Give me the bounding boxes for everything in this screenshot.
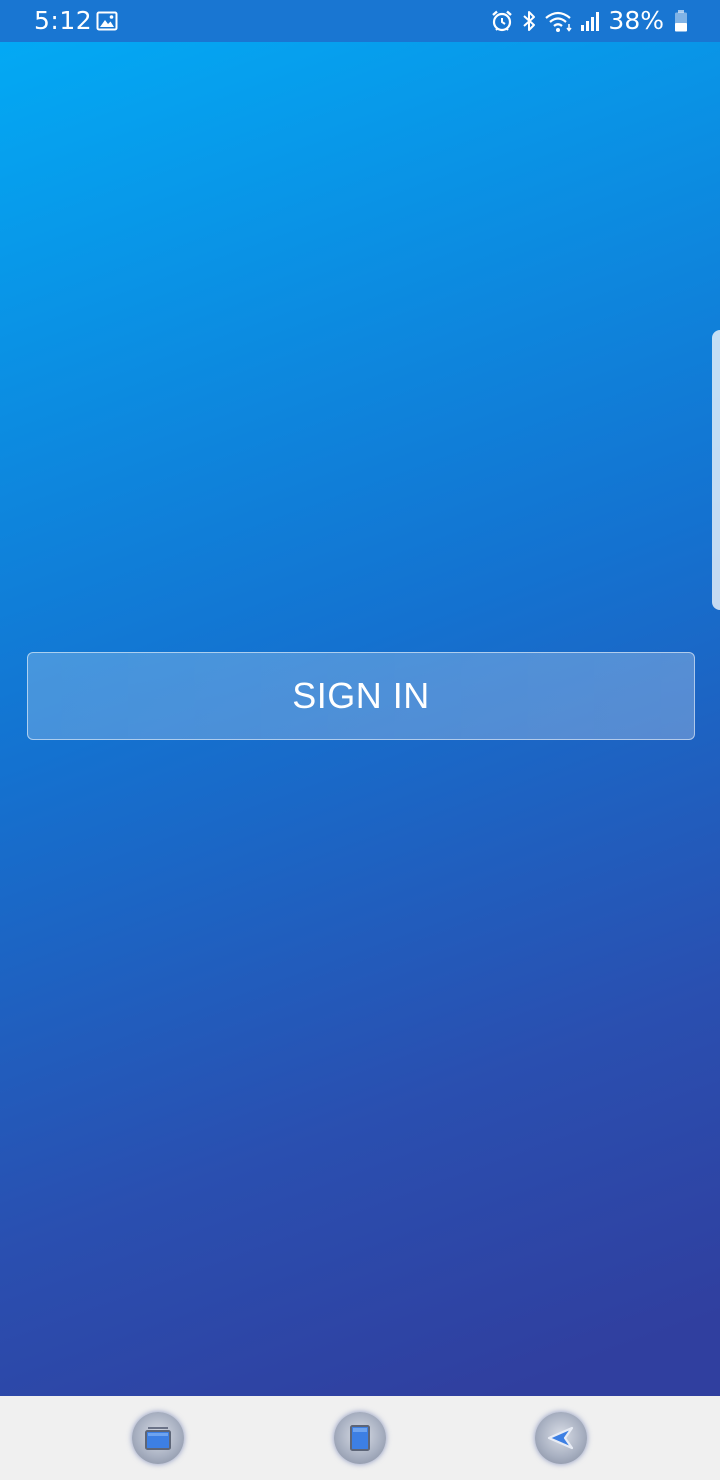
status-icons: 38% [484, 6, 688, 36]
gallery-icon [96, 11, 118, 31]
wifi-icon [545, 11, 573, 32]
back-button[interactable] [535, 1412, 587, 1464]
status-bar: 5:12 38% [0, 0, 720, 42]
sign-in-label: SIGN IN [292, 675, 430, 716]
alarm-icon [492, 10, 513, 32]
sign-in-button[interactable]: SIGN IN [27, 652, 695, 740]
edge-panel-handle[interactable] [712, 330, 720, 610]
bluetooth-icon [523, 11, 536, 31]
navigation-bar [0, 1396, 720, 1480]
recents-icon [145, 1427, 171, 1450]
status-time: 5:12 [34, 6, 93, 35]
battery-icon [675, 10, 687, 32]
signal-icon [581, 12, 600, 31]
home-button[interactable] [334, 1412, 386, 1464]
main-background: SIGN IN [0, 42, 720, 1396]
screen: 5:12 38% SIGN IN [0, 0, 720, 1480]
home-icon [350, 1425, 370, 1451]
recents-button[interactable] [132, 1412, 184, 1464]
battery-percent: 38% [608, 6, 664, 35]
back-icon [547, 1426, 574, 1450]
